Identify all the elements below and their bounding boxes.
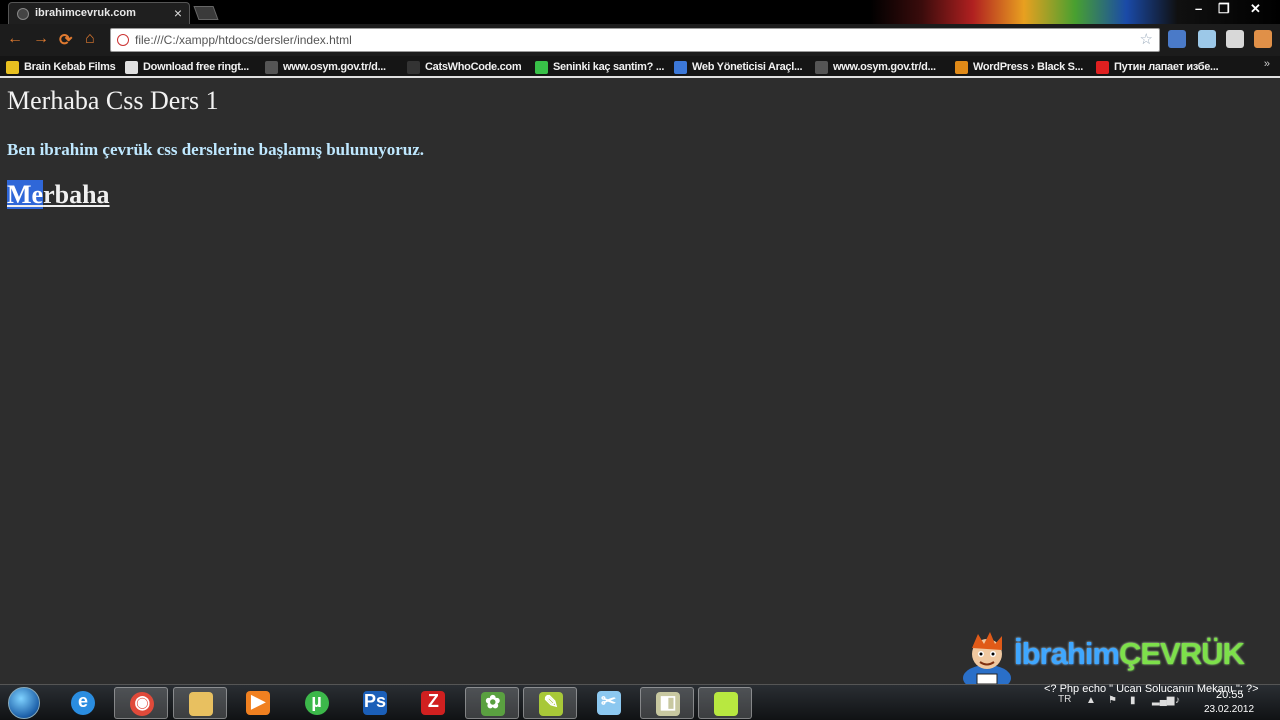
bookmark-item[interactable]: WordPress › Black S...	[955, 58, 1083, 76]
action-center-flag-icon[interactable]: ⚑	[1108, 695, 1117, 706]
language-indicator[interactable]: TR	[1058, 694, 1071, 705]
bookmark-favicon-icon	[6, 60, 19, 74]
notepad-glyph: ✎	[543, 692, 559, 712]
bookmark-favicon-icon	[407, 60, 420, 74]
start-button[interactable]	[8, 687, 40, 719]
cartoon-avatar-icon	[963, 632, 1011, 691]
show-hidden-icons-icon[interactable]: ▲	[1086, 695, 1096, 706]
bookmark-label: Путин лапает избе...	[1114, 61, 1219, 73]
bookmark-favicon-icon	[265, 60, 278, 74]
bookmarks-bar: Brain Kebab Films Download free ringt...…	[0, 56, 1280, 78]
new-tab-button[interactable]	[193, 6, 219, 20]
bookmark-label: www.osym.gov.tr/d...	[283, 61, 386, 73]
bookmark-label: WordPress › Black S...	[973, 61, 1083, 73]
web-page: Merhaba Css Ders 1 Ben ibrahim çevrük cs…	[0, 78, 1280, 684]
photoshop-glyph: Ps	[363, 691, 387, 711]
taskbar-app-media-player[interactable]: ▶	[231, 687, 285, 719]
page-paragraph: Ben ibrahim çevrük css derslerine başlam…	[7, 140, 425, 159]
bookmark-item[interactable]: Web Yöneticisi Araçl...	[674, 58, 803, 76]
url-text[interactable]: file:///C:/xampp/htdocs/dersler/index.ht…	[135, 33, 352, 47]
bookmark-favicon-icon	[674, 60, 687, 74]
wrench-menu-icon[interactable]	[1254, 30, 1272, 48]
bookmark-label: Brain Kebab Films	[24, 61, 116, 73]
watermark-text: İbrahimÇEVRÜK	[1014, 636, 1245, 672]
bookmark-item[interactable]: CatsWhoCode.com	[407, 58, 522, 76]
bookmark-favicon-icon	[1096, 60, 1109, 74]
power-icon[interactable]: ▮	[1130, 695, 1136, 706]
network-signal-icon[interactable]: ▂▄▆	[1152, 695, 1174, 706]
msn-messenger-glyph: ✿	[485, 692, 501, 712]
taskbar-app-snipping-tool[interactable]: ✂	[582, 687, 636, 719]
taskbar-app-photoshop[interactable]: Ps	[348, 687, 402, 719]
taskbar-app-msn-messenger[interactable]: ✿	[464, 687, 519, 719]
watermark-last-name: ÇEVRÜK	[1118, 636, 1245, 671]
utorrent-glyph: µ	[311, 691, 322, 711]
filezilla-glyph: Z	[427, 691, 439, 711]
taskbar-app-utorrent[interactable]: µ	[290, 687, 344, 719]
bookmark-item[interactable]: www.osym.gov.tr/d...	[265, 58, 386, 76]
bookmark-favicon-icon	[535, 60, 548, 74]
file-explorer-icon	[188, 692, 213, 716]
link-text[interactable]: rbaha	[43, 180, 109, 209]
bookmark-item[interactable]: Seninki kaç santim? ...	[535, 58, 664, 76]
page-info-icon[interactable]	[117, 34, 129, 46]
selected-text[interactable]: Me	[7, 180, 44, 209]
close-window-button[interactable]: ✕	[1250, 1, 1261, 17]
bookmark-favicon-icon	[815, 60, 828, 74]
back-button[interactable]: ←	[7, 30, 23, 48]
windows-taskbar: e ◉ ▶ µ Ps Z ✿ ✎ ✂ ◧ <? Php echo " Ucan Solucanın…	[0, 683, 1280, 720]
taskbar-app-camtasia[interactable]: ◧	[640, 687, 694, 719]
close-tab-icon[interactable]: ×	[174, 5, 182, 21]
reload-button[interactable]: ⟳	[59, 30, 72, 50]
clock-time[interactable]: 20:55	[1216, 689, 1244, 701]
snipping-tool-glyph: ✂	[601, 691, 617, 711]
taskbar-app-chrome[interactable]: ◉	[114, 687, 169, 719]
bookmark-item[interactable]: www.osym.gov.tr/d...	[815, 58, 936, 76]
extension-icon[interactable]	[1226, 30, 1244, 48]
media-player-glyph: ▶	[251, 691, 266, 711]
forward-button[interactable]: →	[33, 30, 49, 48]
bookmark-star-icon[interactable]: ☆	[1140, 30, 1153, 48]
extension-icon[interactable]	[1168, 30, 1186, 48]
volume-icon[interactable]: ♪	[1175, 695, 1180, 706]
browser-toolbar: ← → ⟳ ⌂ file:///C:/xampp/htdocs/dersler/…	[0, 24, 1280, 56]
maximize-button[interactable]: ❐	[1218, 1, 1230, 17]
bookmark-label: Seninki kaç santim? ...	[553, 61, 665, 73]
bookmark-item[interactable]: Путин лапает избе...	[1096, 58, 1219, 76]
bookmarks-overflow-button[interactable]: »	[1264, 58, 1270, 70]
sticky-notes-icon	[714, 692, 739, 716]
clock-date[interactable]: 23.02.2012	[1204, 704, 1254, 715]
chrome-glyph: ◉	[134, 692, 151, 712]
address-bar[interactable]: file:///C:/xampp/htdocs/dersler/index.ht…	[110, 28, 1160, 52]
page-link[interactable]: Merbaha	[7, 180, 110, 210]
bookmark-label: Web Yöneticisi Araçl...	[692, 61, 803, 73]
bookmark-favicon-icon	[955, 60, 968, 74]
bookmark-label: CatsWhoCode.com	[425, 61, 522, 73]
taskbar-app-internet-explorer[interactable]: e	[56, 687, 110, 719]
tab-title: ibrahimcevruk.com	[35, 7, 136, 19]
browser-tab[interactable]: ibrahimcevruk.com ×	[8, 2, 190, 24]
bookmark-item[interactable]: Brain Kebab Films	[6, 58, 116, 76]
page-heading: Merhaba Css Ders 1	[7, 86, 219, 115]
bookmark-label: www.osym.gov.tr/d...	[833, 61, 936, 73]
browser-titlebar: ibrahimcevruk.com × – ❐ ✕	[0, 0, 1280, 24]
camtasia-glyph: ◧	[659, 692, 677, 712]
bookmark-favicon-icon	[125, 60, 138, 74]
minimize-button[interactable]: –	[1195, 1, 1202, 16]
globe-icon	[17, 8, 29, 20]
taskbar-app-notepad[interactable]: ✎	[523, 687, 578, 719]
extension-icon[interactable]	[1198, 30, 1216, 48]
internet-explorer-glyph: e	[77, 691, 88, 711]
taskbar-app-sticky-notes[interactable]	[698, 687, 753, 719]
taskbar-app-file-explorer[interactable]	[172, 687, 227, 719]
bookmark-label: Download free ringt...	[143, 61, 249, 73]
taskbar-app-filezilla[interactable]: Z	[406, 687, 460, 719]
home-button[interactable]: ⌂	[85, 30, 95, 48]
watermark-first-name: İbrahim	[1014, 636, 1120, 671]
bookmark-item[interactable]: Download free ringt...	[125, 58, 249, 76]
